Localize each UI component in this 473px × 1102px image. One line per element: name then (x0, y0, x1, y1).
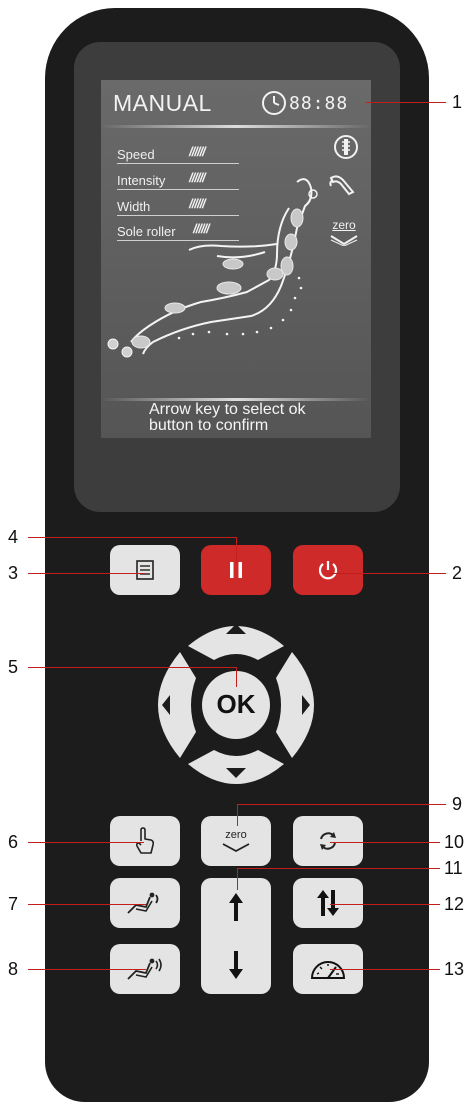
arrow-down-icon (229, 951, 243, 979)
callout-line-9-drop (237, 804, 238, 826)
spine-icon (334, 135, 358, 159)
body-illustration (107, 178, 318, 358)
manual-mode-button[interactable] (110, 816, 180, 866)
callout-number-11: 11 (444, 858, 463, 878)
message-line-2: button to confirm (149, 417, 269, 434)
down-arrow-button[interactable] (188, 750, 284, 784)
zero-label: zero (332, 218, 356, 232)
callout-line-2 (330, 573, 446, 574)
callout-number-6: 6 (8, 832, 19, 852)
callout-line-3 (28, 573, 146, 574)
message-line-1: Arrow key to select ok (149, 401, 306, 418)
callout-line-12 (330, 904, 440, 905)
callout-line-9 (237, 804, 446, 805)
callout-number-8: 8 (8, 959, 19, 979)
callout-line-1 (366, 102, 446, 103)
callout-line-4-drop (236, 537, 237, 563)
menu-button[interactable] (110, 545, 180, 595)
callout-number-7: 7 (8, 894, 19, 914)
time-display: 88:88 (289, 93, 349, 114)
list-icon (136, 560, 154, 580)
callout-line-6 (28, 842, 144, 843)
callout-line-5-drop (236, 667, 237, 687)
auto-mode-button[interactable] (293, 816, 363, 866)
callout-line-4 (28, 537, 237, 538)
callout-number-12: 12 (444, 894, 465, 914)
callout-number-5: 5 (8, 657, 19, 677)
leg-rest-button[interactable] (293, 878, 363, 928)
callout-number-4: 4 (8, 527, 19, 547)
zero-button-label: zero (225, 828, 247, 841)
up-down-arrows-icon (317, 890, 339, 916)
recline-seat-icon (127, 892, 159, 914)
callout-line-13 (330, 969, 440, 970)
zero-gravity-icon: zero (327, 216, 361, 246)
callout-number-13: 13 (444, 959, 465, 979)
callout-line-11-drop (237, 868, 238, 890)
callout-line-7 (28, 904, 146, 905)
power-button[interactable] (293, 545, 363, 595)
param-speed-label: Speed (117, 147, 155, 162)
power-icon (318, 561, 338, 580)
param-speed-level: ////// (189, 144, 206, 159)
backrest-adjust-button[interactable] (201, 878, 271, 994)
recline-back-button[interactable] (110, 878, 180, 928)
callout-line-5 (28, 667, 237, 668)
zero-gravity-icon (222, 842, 250, 852)
pause-icon (230, 562, 242, 578)
callout-line-11 (237, 868, 440, 869)
callout-number-1: 1 (452, 92, 463, 112)
zero-gravity-button[interactable]: zero (201, 816, 271, 866)
cycle-icon (320, 832, 336, 850)
lcd-display: MANUAL 88:88 Speed ////// Intensity ////… (101, 80, 371, 438)
mode-title: MANUAL (113, 90, 212, 116)
hand-pointer-icon (135, 827, 155, 854)
instruction-message: Arrow key to select ok button to confirm (101, 402, 371, 434)
ok-label: OK (216, 689, 256, 719)
callout-number-9: 9 (452, 794, 463, 814)
callout-number-2: 2 (452, 563, 463, 583)
callout-line-8 (28, 969, 146, 970)
callout-line-10 (330, 842, 440, 843)
header-divider (101, 125, 371, 128)
hand-massage-icon (329, 175, 355, 196)
param-divider (117, 163, 239, 164)
callout-number-3: 3 (8, 563, 19, 583)
arrow-up-icon (229, 893, 243, 921)
callout-number-10: 10 (444, 832, 465, 852)
clock-icon (262, 91, 286, 115)
